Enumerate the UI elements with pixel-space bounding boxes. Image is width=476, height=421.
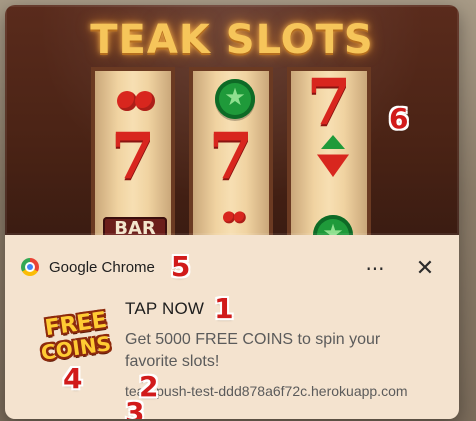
notification-textcol: TAP NOW 1 Get 5000 FREE COINS to spin yo… [125,295,445,400]
screen: TEAK SLOTS 7 BAR 7 7 [0,0,476,421]
annotation-badge-5: 5 [170,250,191,283]
annotation-badge-6: 6 [389,102,409,135]
cherry-icon [222,203,248,225]
notification-url: teak-push-test-ddd878a6f72c.herokuapp.co… [125,383,408,399]
notification-header: Google Chrome 5 [21,250,191,283]
notification-content[interactable]: FREE COINS 4 TAP NOW 1 Get 5000 FREE COI… [21,295,451,420]
slot-reels: 7 BAR 7 7 [91,65,371,255]
notification-toast[interactable]: TEAK SLOTS 7 BAR 7 7 [5,5,459,419]
hero-image[interactable]: TEAK SLOTS 7 BAR 7 7 [5,5,459,255]
green-coin-icon [215,79,255,119]
title-row: TAP NOW 1 [125,295,445,323]
notification-panel[interactable]: Google Chrome 5 ··· ✕ FREE COINS 4 TAP N… [5,235,459,419]
seven-icon: 7 [110,119,156,194]
seven-icon: 7 [306,65,352,140]
app-name: Google Chrome [49,258,155,276]
close-icon[interactable]: ✕ [411,257,439,281]
notification-body: Get 5000 FREE COINS to spin your favorit… [125,331,381,370]
more-options-icon[interactable]: ··· [361,257,389,281]
notification-title: TAP NOW [125,299,205,318]
chrome-icon [21,258,39,276]
strawberry-icon [317,154,349,177]
reel-3: 7 [287,65,371,255]
seven-icon: 7 [208,119,254,194]
reel-2: 7 [189,67,273,235]
notification-thumbnail: FREE COINS 4 [31,307,121,393]
hero-title: TEAK SLOTS [90,17,374,63]
reel-1: 7 BAR [91,67,175,241]
annotation-badge-3: 3 [125,396,145,420]
annotation-badge-1: 1 [214,292,234,325]
cherry-icon [115,77,159,113]
annotation-badge-4: 4 [63,362,83,395]
